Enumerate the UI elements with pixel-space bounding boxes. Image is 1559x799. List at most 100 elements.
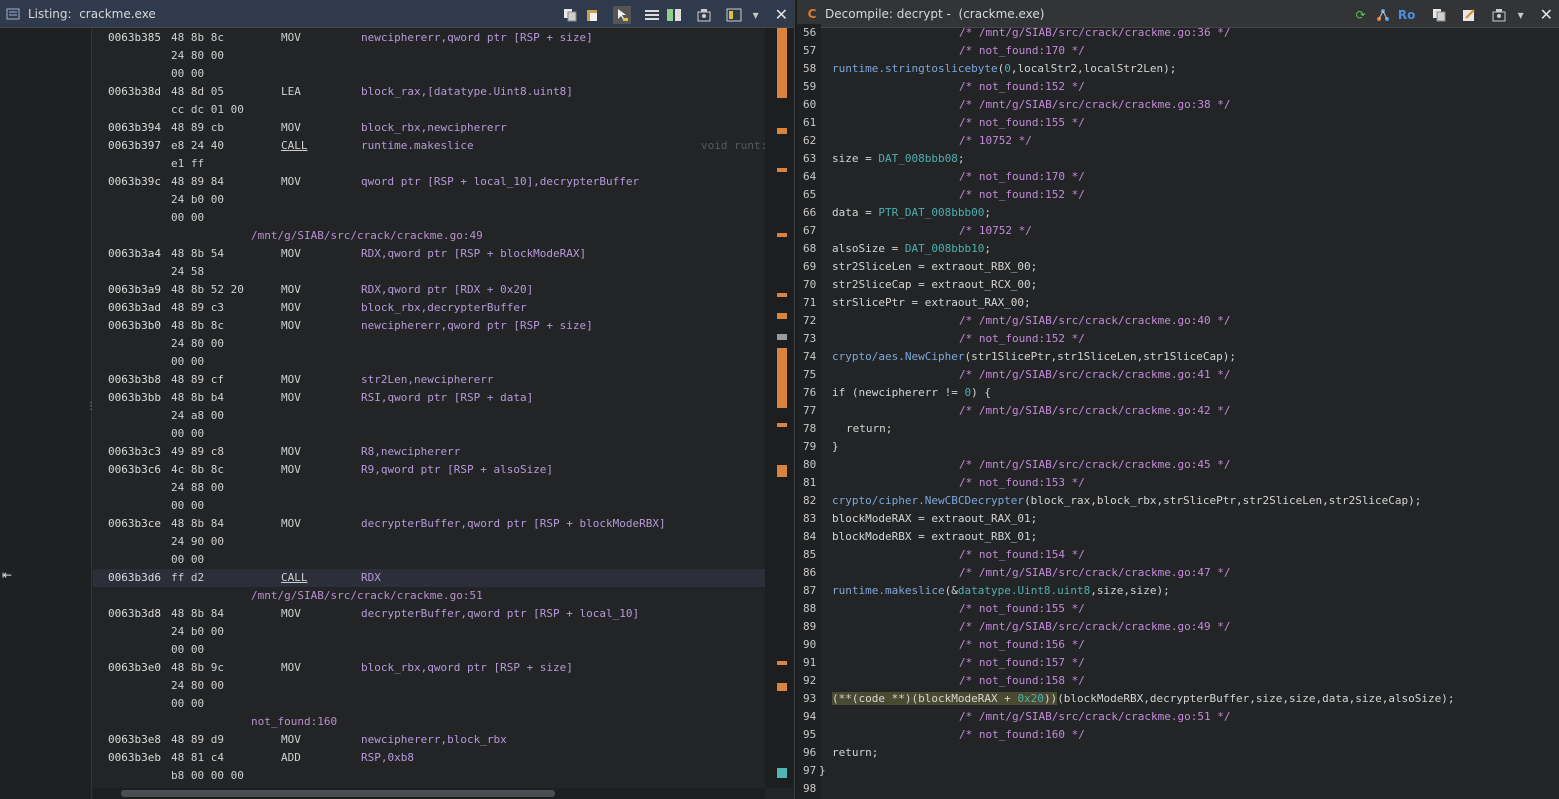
code-statement[interactable]: return; [832,744,878,762]
decompile-line[interactable]: 89 /* /mnt/g/SIAB/src/crack/crackme.go:49… [797,618,1559,636]
decompile-line[interactable]: 78 return; [797,420,1559,438]
decompile-line[interactable]: 93 (**(code **)(blockModeRAX + 0x20))(blo… [797,690,1559,708]
decompile-line[interactable]: 76 if (newciphererr != 0) { [797,384,1559,402]
listing-row[interactable]: 00 00 [93,353,765,371]
operands[interactable]: RDX,qword ptr [RDX + 0x20] [361,281,533,299]
refresh-icon[interactable]: ⟳ [1352,6,1370,24]
overview-marker[interactable] [777,334,787,340]
decompile-line[interactable]: 81 /* not_found:153 */ [797,474,1559,492]
listing-label-row[interactable]: /mnt/g/SIAB/src/crack/crackme.go:49 [93,227,765,245]
listing-horizontal-scrollbar[interactable] [93,788,765,799]
edit-icon[interactable] [1460,6,1478,24]
decompile-line[interactable]: 84 blockModeRBX = extraout_RBX_01; [797,528,1559,546]
decompile-line[interactable]: 57 /* not_found:170 */ [797,42,1559,60]
listing-row[interactable]: 0063b3b0 48 8b 8c MOV newciphererr,qword pt… [93,317,765,335]
mnemonic[interactable]: MOV [281,659,301,677]
decompile-line[interactable]: 80 /* /mnt/g/SIAB/src/crack/crackme.go:45… [797,456,1559,474]
close-icon[interactable]: ✕ [775,5,788,24]
operands[interactable]: decrypterBuffer,qword ptr [RSP + local_1… [361,605,639,623]
decompile-line[interactable]: 88 /* not_found:155 */ [797,600,1559,618]
code-comment[interactable]: /* not_found:155 */ [832,600,1085,618]
decompile-line[interactable]: 72 /* /mnt/g/SIAB/src/crack/crackme.go:40… [797,312,1559,330]
code-statement[interactable]: crypto/cipher.NewCBCDecrypter(block_rax,… [832,492,1421,510]
operands[interactable]: RSI,qword ptr [RSP + data] [361,389,533,407]
code-comment[interactable]: /* not_found:155 */ [832,114,1085,132]
listing-row[interactable]: 24 80 00 [93,335,765,353]
code-comment[interactable]: /* /mnt/g/SIAB/src/crack/crackme.go:36 *… [832,24,1231,42]
code-comment[interactable]: /* /mnt/g/SIAB/src/crack/crackme.go:38 *… [832,96,1231,114]
overview-marker[interactable] [777,233,787,237]
listing-row[interactable]: 0063b397 e8 24 40 CALL runtime.makeslice voi… [93,137,765,155]
listing-row[interactable]: 0063b385 48 8b 8c MOV newciphererr,qword pt… [93,29,765,47]
code-statement[interactable]: strSlicePtr = extraout_RAX_00; [832,294,1031,312]
decompile-line[interactable]: 64 /* not_found:170 */ [797,168,1559,186]
snapshot-icon[interactable] [1490,6,1508,24]
listing-row[interactable]: 0063b3eb 48 81 c4 ADD RSP,0xb8 [93,749,765,767]
listing-row[interactable]: e1 ff [93,155,765,173]
decompile-line[interactable]: 95 /* not_found:160 */ [797,726,1559,744]
cursor-icon[interactable] [612,5,631,24]
code-statement[interactable]: runtime.makeslice(&datatype.Uint8.uint8,… [832,582,1170,600]
listing-row[interactable]: 0063b38d 48 8d 05 LEA block_rax,[datatype.U… [93,83,765,101]
decompile-line[interactable]: 97} [797,762,1559,780]
decompile-line[interactable]: 71 strSlicePtr = extraout_RAX_00; [797,294,1559,312]
operands[interactable]: str2Len,newciphererr [361,371,493,389]
operands[interactable]: block_rbx,qword ptr [RSP + size] [361,659,573,677]
operands[interactable]: newciphererr,qword ptr [RSP + size] [361,29,593,47]
listing-row[interactable]: 24 b0 00 [93,623,765,641]
overview-marker[interactable] [777,348,787,408]
mnemonic[interactable]: MOV [281,173,301,191]
listing-row[interactable]: 24 b0 00 [93,191,765,209]
code-comment[interactable]: /* 10752 */ [832,132,1032,150]
operands[interactable]: RDX [361,569,381,587]
mnemonic[interactable]: LEA [281,83,301,101]
decompile-line[interactable]: 90 /* not_found:156 */ [797,636,1559,654]
listing-row[interactable]: 0063b3d6 ff d2 CALL RDX [93,569,765,587]
mnemonic[interactable]: MOV [281,29,301,47]
layout-icon[interactable] [725,6,743,24]
listing-row[interactable]: 24 a8 00 [93,407,765,425]
code-comment[interactable]: /* /mnt/g/SIAB/src/crack/crackme.go:40 *… [832,312,1231,330]
mnemonic[interactable]: CALL [281,569,308,587]
code-statement[interactable]: data = PTR_DAT_008bbb00; [832,204,991,222]
decompile-line[interactable]: 62 /* 10752 */ [797,132,1559,150]
listing-row[interactable]: 0063b3a4 48 8b 54 MOV RDX,qword ptr [RSP + … [93,245,765,263]
listing-row[interactable]: 24 88 00 [93,479,765,497]
decompile-code-area[interactable]: 56 /* /mnt/g/SIAB/src/crack/crackme.go:36… [797,24,1559,799]
listing-row[interactable]: 0063b3b8 48 89 cf MOV str2Len,newciphererr [93,371,765,389]
code-comment[interactable]: /* not_found:156 */ [832,636,1085,654]
code-comment[interactable]: /* not_found:158 */ [832,672,1085,690]
overview-marker[interactable] [777,661,787,665]
operands[interactable]: R8,newciphererr [361,443,460,461]
mnemonic[interactable]: MOV [281,299,301,317]
code-comment[interactable]: /* /mnt/g/SIAB/src/crack/crackme.go:49 *… [832,618,1231,636]
overview-marker[interactable] [777,465,787,477]
overview-marker[interactable] [777,313,787,319]
mnemonic[interactable]: MOV [281,119,301,137]
overview-marker[interactable] [777,293,787,297]
listing-row[interactable]: 0063b3a9 48 8b 52 20 MOV RDX,qword ptr [RDX… [93,281,765,299]
overview-marker[interactable] [777,28,787,98]
listing-vertical-scrollbar[interactable] [765,28,773,788]
code-statement[interactable]: blockModeRBX = extraout_RBX_01; [832,528,1037,546]
decompile-line[interactable]: 77 /* /mnt/g/SIAB/src/crack/crackme.go:42… [797,402,1559,420]
code-statement[interactable]: str2SliceCap = extraout_RCX_00; [832,276,1037,294]
decompile-line[interactable]: 87 runtime.makeslice(&datatype.Uint8.uint… [797,582,1559,600]
listing-row[interactable]: 00 00 [93,65,765,83]
decompile-line[interactable]: 74 crypto/aes.NewCipher(str1SlicePtr,str1… [797,348,1559,366]
code-comment[interactable]: /* /mnt/g/SIAB/src/crack/crackme.go:45 *… [832,456,1231,474]
mnemonic[interactable]: MOV [281,371,301,389]
code-statement[interactable]: size = DAT_008bbb08; [832,150,964,168]
decompile-line[interactable]: 66 data = PTR_DAT_008bbb00; [797,204,1559,222]
code-statement[interactable]: str2SliceLen = extraout_RBX_00; [832,258,1037,276]
operands[interactable]: block_rbx,newciphererr [361,119,507,137]
listing-overview-bar[interactable] [773,28,793,788]
decompile-line[interactable]: 86 /* /mnt/g/SIAB/src/crack/crackme.go:47… [797,564,1559,582]
overview-marker[interactable] [777,683,787,691]
code-statement[interactable]: } [832,438,839,456]
code-comment[interactable]: /* not_found:152 */ [832,78,1085,96]
listing-hscroll-thumb[interactable] [121,790,555,797]
listing-row[interactable]: 00 00 [93,551,765,569]
decompile-line[interactable]: 91 /* not_found:157 */ [797,654,1559,672]
decompile-line[interactable]: 92 /* not_found:158 */ [797,672,1559,690]
